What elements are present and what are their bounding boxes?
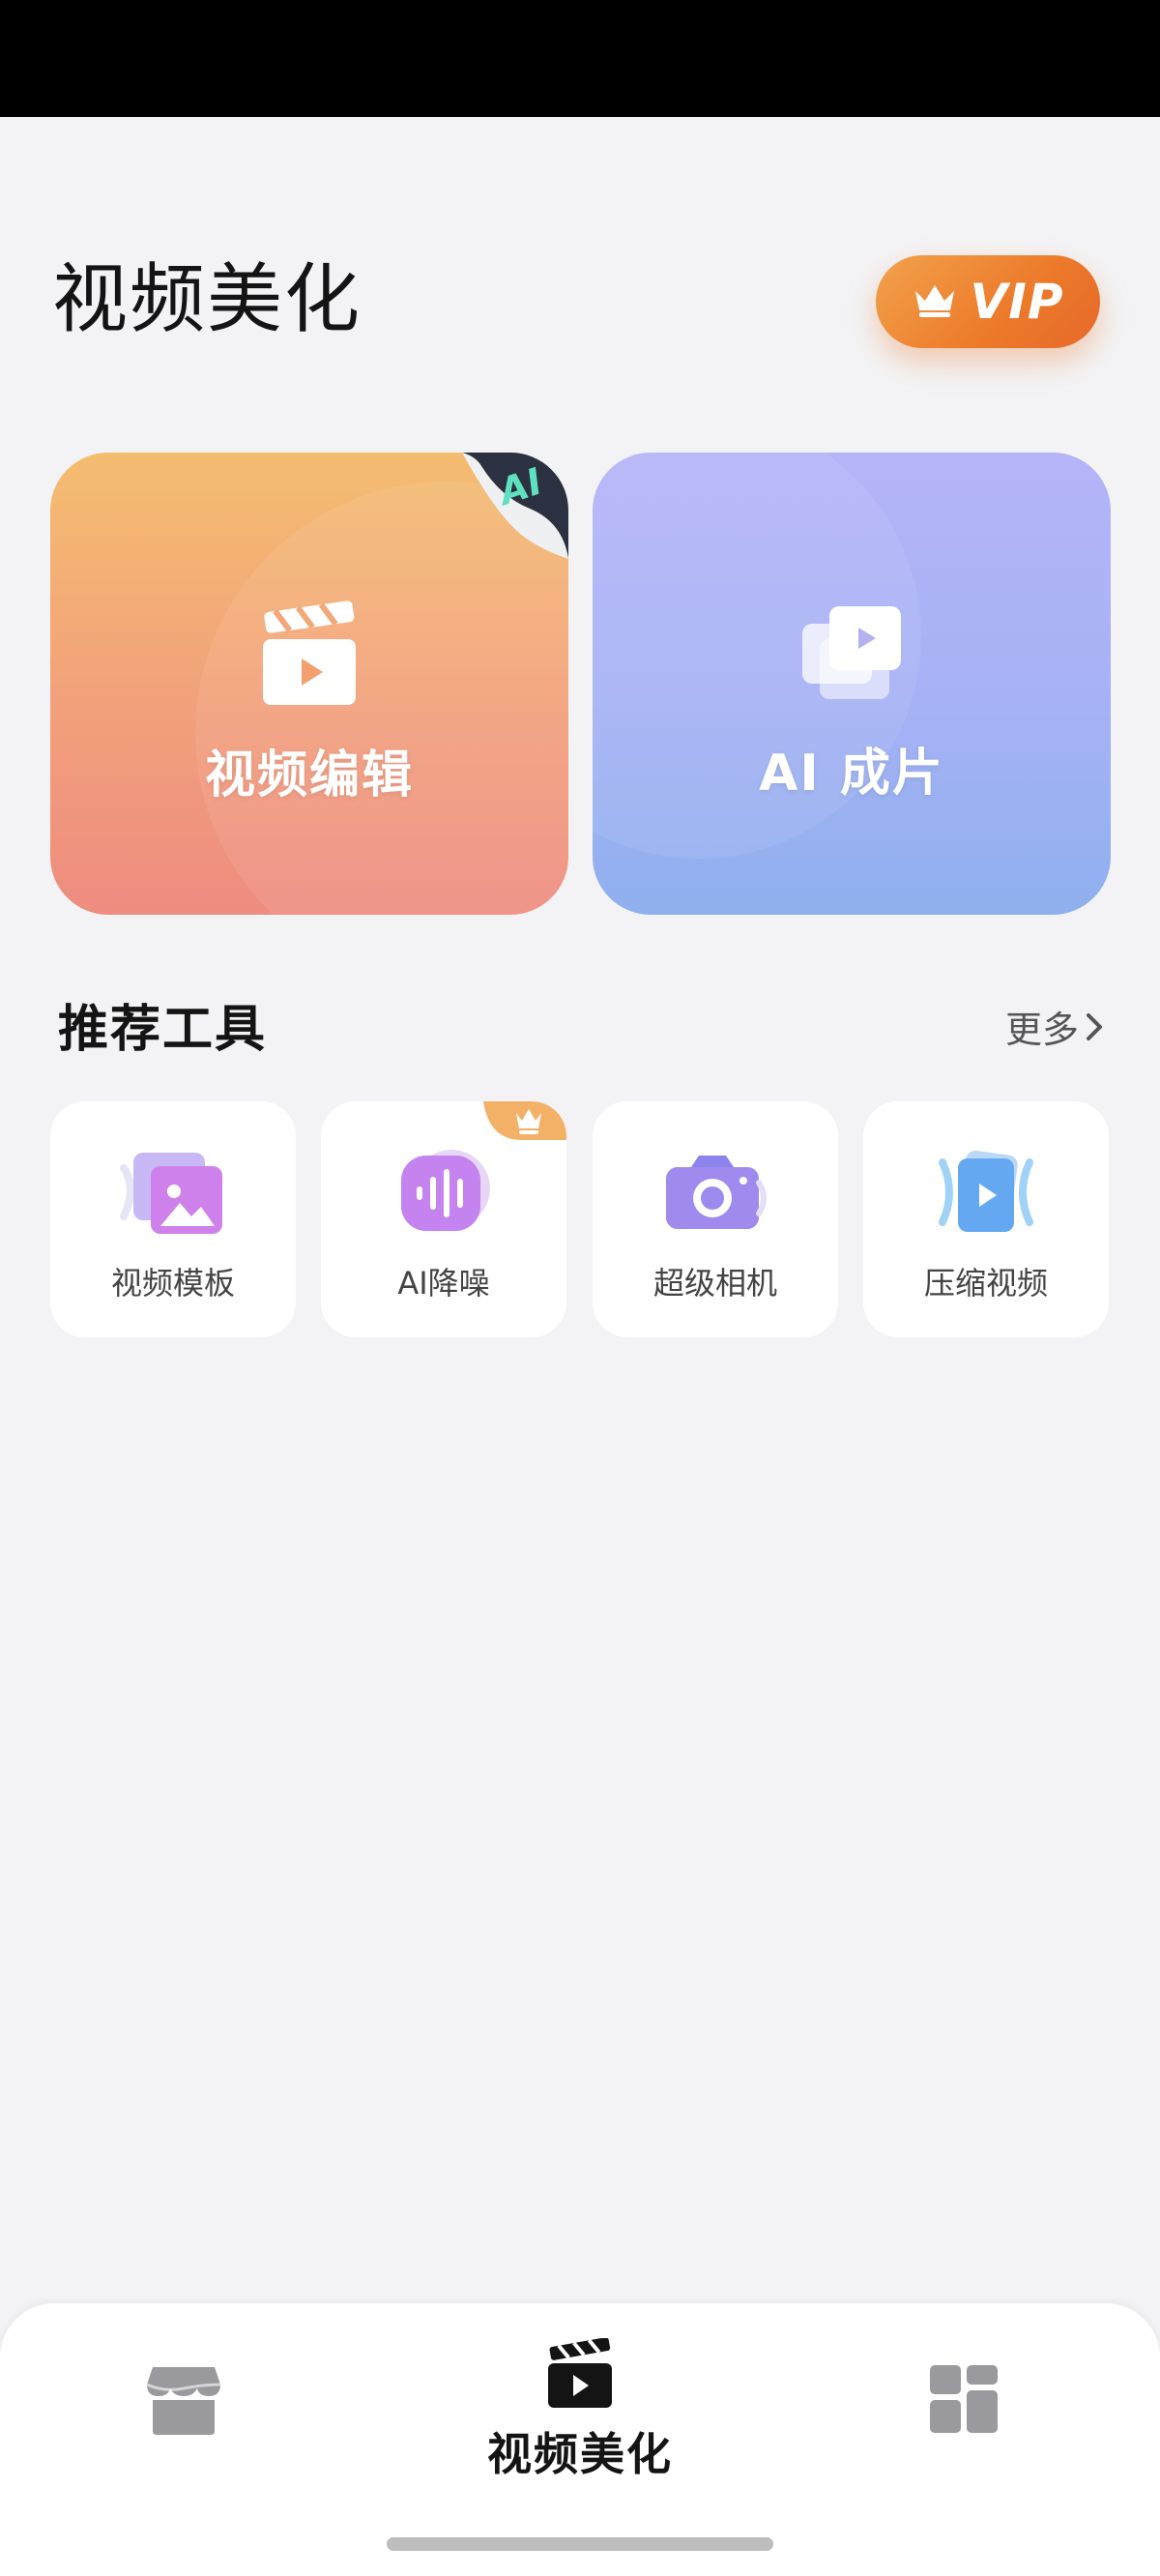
chevron-right-icon (1085, 1006, 1104, 1054)
tool-label: 超级相机 (652, 1265, 777, 1302)
tool-video-template[interactable]: 视频模板 (50, 1101, 296, 1337)
vip-label: VIP (970, 274, 1064, 330)
vip-crown-badge (483, 1101, 566, 1140)
video-edit-label: 视频编辑 (204, 746, 414, 805)
crown-icon (913, 281, 957, 322)
video-stack-icon (798, 602, 905, 711)
bottom-tab-bar: 视频美化 (0, 2303, 1160, 2576)
section-title: 推荐工具 (58, 1001, 268, 1059)
template-icon (120, 1146, 226, 1239)
noise-reduction-icon (391, 1146, 497, 1239)
tab-label: 视频美化 (487, 2428, 673, 2480)
tool-label: 压缩视频 (923, 1265, 1048, 1302)
tool-compress-video[interactable]: 压缩视频 (863, 1101, 1109, 1337)
clapperboard-icon (259, 600, 360, 713)
tool-super-camera[interactable]: 超级相机 (593, 1101, 838, 1337)
store-icon (145, 2363, 222, 2441)
ai-badge: AI (462, 453, 568, 559)
tab-apps[interactable] (928, 2363, 1000, 2439)
more-link[interactable]: 更多 (1005, 1006, 1104, 1054)
camera-icon (662, 1146, 768, 1239)
status-bar (0, 0, 1160, 117)
apps-grid-icon (928, 2363, 1000, 2439)
more-label: 更多 (1005, 1009, 1080, 1051)
vip-button[interactable]: VIP (876, 255, 1100, 348)
compress-video-icon (933, 1146, 1039, 1239)
ai-video-card[interactable]: AI 成片 (593, 453, 1111, 915)
video-edit-card[interactable]: 视频编辑 AI (50, 453, 568, 915)
tool-ai-noise-reduction[interactable]: AI降噪 (321, 1101, 566, 1337)
tool-label: AI降噪 (397, 1265, 490, 1302)
clapperboard-icon (546, 2337, 614, 2414)
tab-video-beautify[interactable]: 视频美化 (483, 2337, 677, 2483)
ai-video-label: AI 成片 (759, 744, 944, 803)
tab-store[interactable] (145, 2363, 222, 2441)
page-title: 视频美化 (52, 256, 362, 343)
tool-label: 视频模板 (110, 1265, 235, 1302)
home-indicator[interactable] (387, 2537, 773, 2551)
